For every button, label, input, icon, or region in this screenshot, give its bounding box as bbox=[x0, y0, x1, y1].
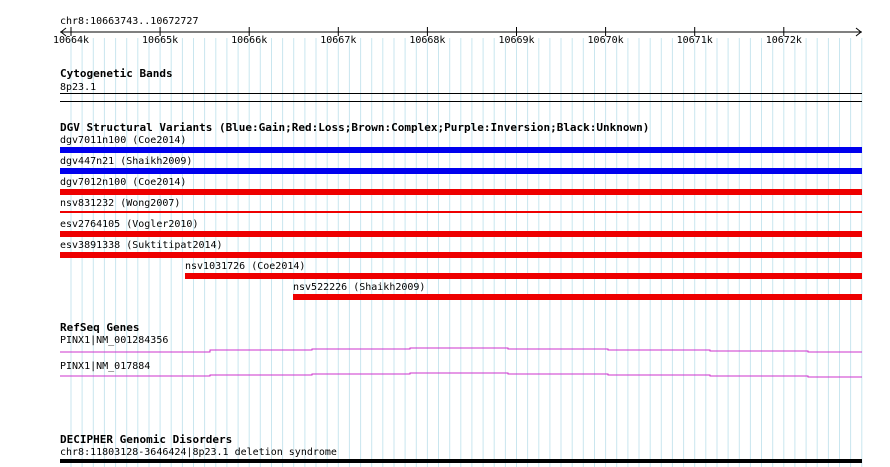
cytobands-track-title: Cytogenetic Bands bbox=[60, 67, 173, 80]
ruler-tick-label: 10666k bbox=[231, 35, 268, 46]
dgv-variant-bar[interactable] bbox=[60, 252, 862, 258]
ruler-tick-label: 10668k bbox=[409, 35, 446, 46]
gene-model[interactable] bbox=[0, 368, 890, 380]
cytoband-lower-line bbox=[60, 101, 862, 102]
dgv-variant-bar[interactable] bbox=[60, 211, 862, 213]
gene-model[interactable] bbox=[0, 344, 890, 356]
ruler-tick-label: 10669k bbox=[498, 35, 535, 46]
ruler-tick-label: 10670k bbox=[587, 35, 624, 46]
dgv-item-label[interactable]: esv2764105 (Vogler2010) bbox=[60, 219, 198, 230]
ruler-tick-label: 10667k bbox=[320, 35, 357, 46]
dgv-variant-bar[interactable] bbox=[60, 147, 862, 153]
dgv-item-label[interactable]: nsv1031726 (Coe2014) bbox=[185, 261, 305, 272]
ruler-tick-label: 10664k bbox=[52, 35, 90, 46]
dgv-item-label[interactable]: dgv7011n100 (Coe2014) bbox=[60, 135, 186, 146]
dgv-track-title: DGV Structural Variants (Blue:Gain;Red:L… bbox=[60, 121, 650, 134]
decipher-item-bar[interactable] bbox=[60, 459, 862, 463]
refseq-track-title: RefSeq Genes bbox=[60, 321, 140, 334]
dgv-variant-bar[interactable] bbox=[60, 231, 862, 237]
decipher-track-title: DECIPHER Genomic Disorders bbox=[60, 433, 233, 446]
ruler-tick-label: 10665k bbox=[142, 35, 179, 46]
decipher-item-label[interactable]: chr8:11803128-3646424|8p23.1 deletion sy… bbox=[60, 447, 337, 458]
dgv-item-label[interactable]: nsv831232 (Wong2007) bbox=[60, 198, 180, 209]
dgv-variant-bar[interactable] bbox=[60, 189, 862, 195]
genome-browser-view: chr8:10663743..10672727 10664k 10665k 1066… bbox=[0, 0, 890, 467]
cytoband-label: 8p23.1 bbox=[60, 82, 97, 93]
dgv-item-label[interactable]: nsv522226 (Shaikh2009) bbox=[293, 282, 425, 293]
dgv-item-label[interactable]: dgv447n21 (Shaikh2009) bbox=[60, 156, 192, 167]
dgv-item-label[interactable]: esv3891338 (Suktitipat2014) bbox=[60, 240, 223, 251]
ruler-tick-label: 10671k bbox=[676, 35, 713, 46]
dgv-variant-bar[interactable] bbox=[293, 294, 862, 300]
ruler-tick-label: 10672k bbox=[765, 35, 802, 46]
dgv-variant-bar[interactable] bbox=[60, 168, 862, 174]
dgv-item-label[interactable]: dgv7012n100 (Coe2014) bbox=[60, 177, 186, 188]
cytoband-upper-line bbox=[60, 93, 862, 94]
dgv-variant-bar[interactable] bbox=[185, 273, 862, 279]
